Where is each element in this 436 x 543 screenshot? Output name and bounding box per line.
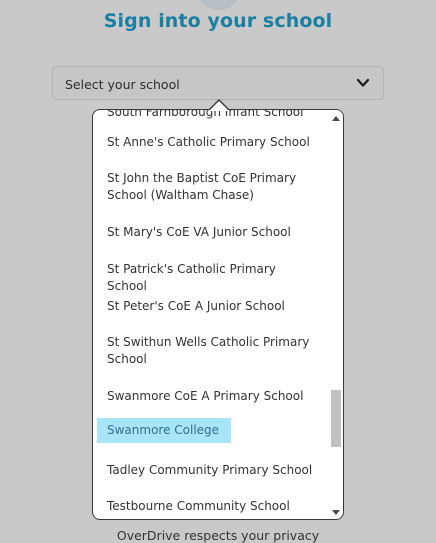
school-select-label: Select your school xyxy=(65,77,180,92)
list-item[interactable]: St Anne's Catholic Primary School xyxy=(97,130,323,155)
logo-partial xyxy=(196,0,242,10)
popover-pointer-fill xyxy=(209,101,229,111)
list-item[interactable]: South Farnborough Infant School xyxy=(97,110,323,125)
school-dropdown-list[interactable]: South Farnborough Infant School St Anne'… xyxy=(92,109,344,520)
list-item-selected[interactable]: Swanmore College xyxy=(97,418,232,443)
list-item[interactable]: St Swithun Wells Catholic Primary School xyxy=(97,330,323,371)
list-item[interactable]: St Peter's CoE A Junior School xyxy=(97,294,323,319)
scroll-up-arrow-icon[interactable] xyxy=(332,116,340,121)
list-item[interactable]: Swanmore CoE A Primary School xyxy=(97,384,323,409)
scroll-thumb[interactable] xyxy=(331,390,341,447)
list-item[interactable]: St Mary's CoE VA Junior School xyxy=(97,220,323,245)
page-title: Sign into your school xyxy=(103,10,333,32)
list-item[interactable]: St John the Baptist CoE Primary School (… xyxy=(97,166,323,207)
dropdown-scrollbar[interactable] xyxy=(329,110,343,519)
chevron-down-icon xyxy=(356,78,370,87)
scroll-down-arrow-icon[interactable] xyxy=(332,510,340,515)
list-item[interactable]: St Patrick's Catholic Primary School xyxy=(97,257,323,298)
privacy-note[interactable]: OverDrive respects your privacy xyxy=(0,528,436,543)
list-item[interactable]: Testbourne Community School xyxy=(97,494,323,519)
school-select[interactable]: Select your school xyxy=(52,66,384,100)
list-item[interactable]: Tadley Community Primary School xyxy=(97,458,323,483)
